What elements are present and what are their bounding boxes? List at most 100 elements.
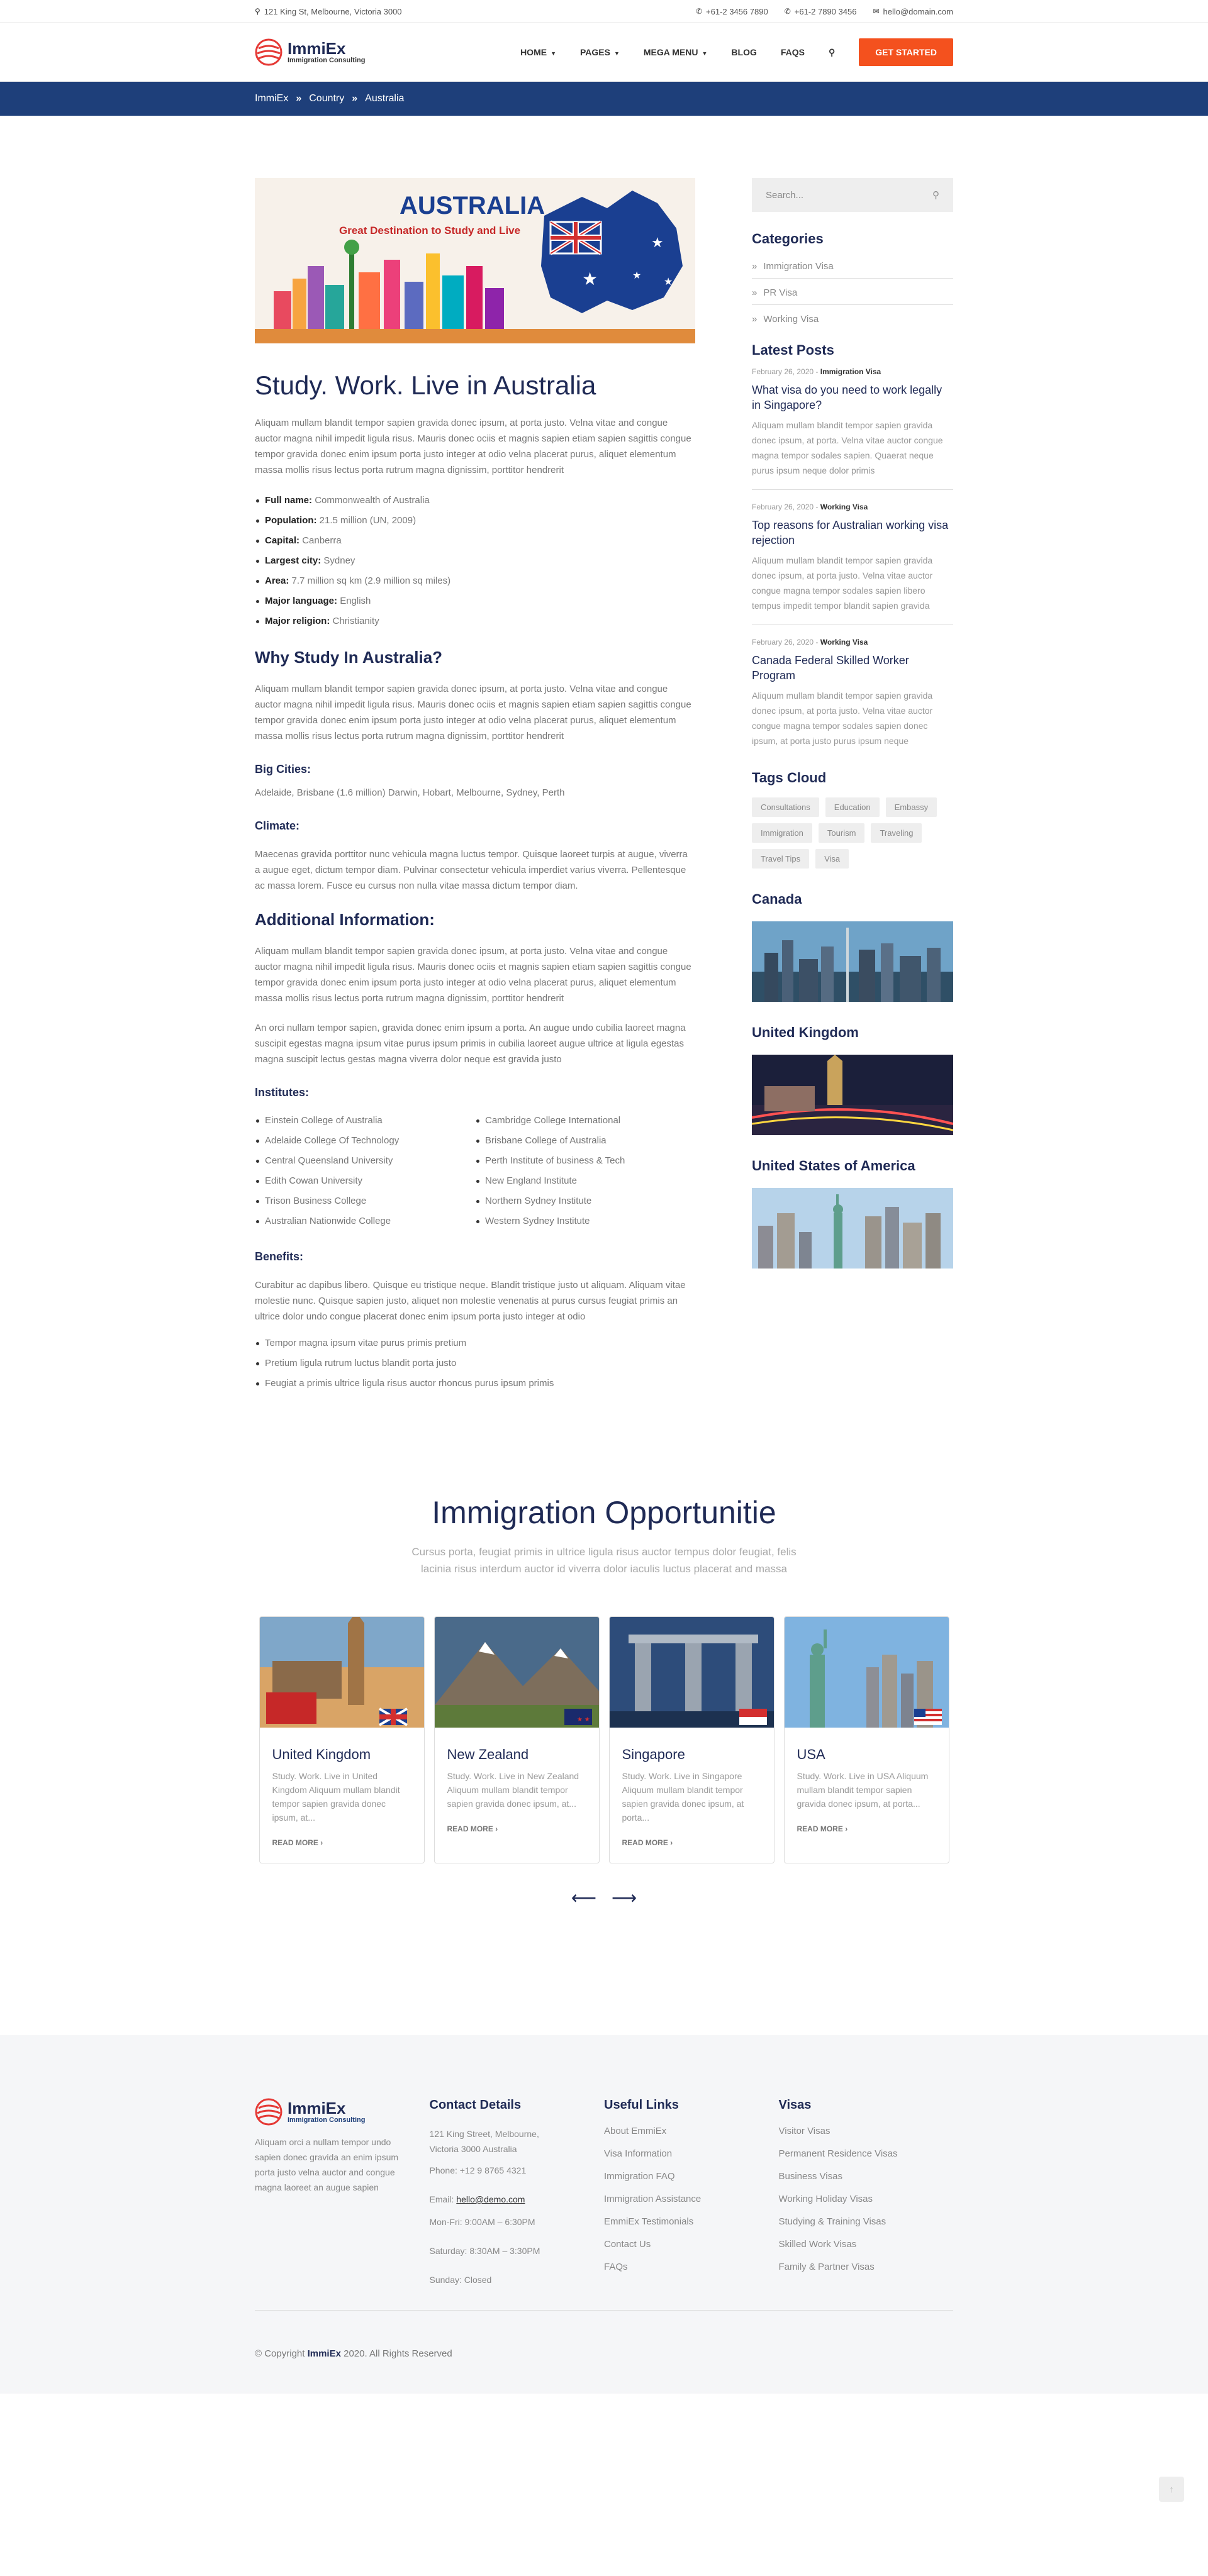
institute-item: Northern Sydney Institute: [475, 1191, 695, 1211]
tag[interactable]: Travel Tips: [752, 849, 810, 869]
phone-info-1[interactable]: ✆ +61-2 3456 7890: [696, 7, 768, 16]
footer-link[interactable]: Immigration FAQ: [604, 2165, 779, 2188]
uk-thumbnail[interactable]: [752, 1055, 953, 1135]
footer-logo[interactable]: ImmiEx Immigration Consulting: [255, 2098, 430, 2126]
map-pin-icon: ⚲: [255, 7, 260, 16]
logo[interactable]: ImmiEx Immigration Consulting: [255, 38, 365, 66]
new-york-image: [752, 1188, 953, 1269]
canada-thumbnail[interactable]: [752, 921, 953, 1002]
read-more-link[interactable]: READ MORE ›: [272, 1838, 323, 1847]
nav-faqs[interactable]: FAQS: [781, 47, 805, 57]
chevron-right-icon: ›: [320, 1838, 323, 1847]
post-title[interactable]: What visa do you need to work legally in…: [752, 382, 953, 413]
footer-visas-list: Visitor Visas Permanent Residence Visas …: [779, 2120, 954, 2279]
card-title[interactable]: USA: [797, 1746, 936, 1763]
footer-visa-link[interactable]: Business Visas: [779, 2165, 954, 2188]
benefits-text: Curabitur ac dapibus libero. Quisque eu …: [255, 1280, 686, 1322]
opportunity-card-uk[interactable]: United Kingdom Study. Work. Live in Unit…: [259, 1616, 425, 1863]
main-nav: HOME ▼ PAGES ▼ MEGA MENU ▼ BLOG FAQS ⚲ GET …: [520, 38, 953, 66]
double-chevron-icon: »: [752, 314, 758, 325]
post-title[interactable]: Canada Federal Skilled Worker Program: [752, 653, 953, 683]
breadcrumb-item-home[interactable]: ImmiEx: [255, 93, 288, 104]
additional-info-text: Aliquam mullam blandit tempor sapien gra…: [255, 946, 691, 1004]
card-title[interactable]: United Kingdom: [272, 1746, 411, 1763]
footer-about-text: Aliquam orci a nullam tempor undo sapien…: [255, 2137, 399, 2192]
footer-link[interactable]: FAQs: [604, 2256, 779, 2279]
arrow-left-icon[interactable]: ⟵: [571, 1887, 596, 1908]
tag[interactable]: Embassy: [885, 797, 937, 817]
footer-email-link[interactable]: hello@demo.com: [456, 2194, 525, 2204]
card-title[interactable]: Singapore: [622, 1746, 761, 1763]
chevron-right-icon: ›: [670, 1838, 673, 1847]
opportunity-card-usa[interactable]: USA Study. Work. Live in USA Aliquum mul…: [783, 1616, 949, 1863]
phone-info-2[interactable]: ✆ +61-2 7890 3456: [785, 7, 857, 16]
footer-visa-link[interactable]: Studying & Training Visas: [779, 2211, 954, 2233]
footer-visa-link[interactable]: Visitor Visas: [779, 2120, 954, 2143]
chevron-right-icon: ›: [495, 1824, 498, 1833]
footer-link[interactable]: Visa Information: [604, 2143, 779, 2165]
get-started-button[interactable]: GET STARTED: [859, 38, 953, 66]
back-to-top-button[interactable]: ↑: [1159, 2477, 1184, 2502]
institute-item: Brisbane College of Australia: [475, 1131, 695, 1151]
post-date: February 26, 2020 -: [752, 367, 819, 376]
header: ImmiEx Immigration Consulting HOME ▼ PAGE…: [0, 23, 1208, 82]
fact-item: Largest city: Sydney: [255, 551, 695, 571]
usa-thumbnail[interactable]: [752, 1188, 953, 1269]
category-item[interactable]: » PR Visa: [752, 279, 953, 305]
nav-home[interactable]: HOME ▼: [520, 47, 556, 57]
country-heading-uk: United Kingdom: [752, 1024, 859, 1040]
email-info[interactable]: ✉ hello@domain.com: [873, 7, 953, 16]
footer-visa-link[interactable]: Permanent Residence Visas: [779, 2143, 954, 2165]
tag[interactable]: Visa: [815, 849, 849, 869]
arrow-right-icon[interactable]: ⟶: [612, 1887, 637, 1908]
footer-link[interactable]: About EmmiEx: [604, 2120, 779, 2143]
category-label: Working Visa: [763, 314, 819, 325]
footer-visa-link[interactable]: Family & Partner Visas: [779, 2256, 954, 2279]
opportunity-card-singapore[interactable]: Singapore Study. Work. Live in Singapore…: [608, 1616, 775, 1863]
nav-pages[interactable]: PAGES ▼: [580, 47, 620, 57]
fact-value: Christianity: [332, 616, 379, 626]
opportunity-card-nz[interactable]: ★ ★ New Zealand Study. Work. Live in New…: [433, 1616, 600, 1863]
institute-item: Central Queensland University: [255, 1151, 475, 1171]
read-more-link[interactable]: READ MORE ›: [622, 1838, 673, 1847]
post-title[interactable]: Top reasons for Australian working visa …: [752, 518, 953, 548]
footer-visa-link[interactable]: Working Holiday Visas: [779, 2188, 954, 2211]
fact-item: Population: 21.5 million (UN, 2009): [255, 511, 695, 531]
card-body: USA Study. Work. Live in USA Aliquum mul…: [785, 1728, 949, 1849]
benefit-item: Feugiat a primis ultrice ligula risus au…: [255, 1374, 695, 1394]
read-more-link[interactable]: READ MORE ›: [797, 1824, 848, 1833]
search-input[interactable]: Search...: [766, 190, 803, 201]
tag[interactable]: Tourism: [818, 823, 865, 843]
search-icon[interactable]: ⚲: [932, 189, 939, 201]
footer-email-line: Email: hello@demo.com: [430, 2192, 605, 2207]
post-meta: February 26, 2020 - Working Visa: [752, 638, 953, 647]
card-body: New Zealand Study. Work. Live in New Zea…: [435, 1728, 599, 1849]
tag[interactable]: Education: [825, 797, 880, 817]
card-excerpt: Study. Work. Live in Singapore Aliquum m…: [622, 1771, 744, 1823]
nav-blog[interactable]: BLOG: [731, 47, 756, 57]
read-more-link[interactable]: READ MORE ›: [447, 1824, 498, 1833]
post-item[interactable]: February 26, 2020 - Working Visa Top rea…: [752, 490, 953, 625]
footer-link[interactable]: Contact Us: [604, 2233, 779, 2256]
nav-mega-menu[interactable]: MEGA MENU ▼: [644, 47, 708, 57]
footer-link[interactable]: Immigration Assistance: [604, 2188, 779, 2211]
tag[interactable]: Consultations: [752, 797, 819, 817]
tag[interactable]: Traveling: [871, 823, 922, 843]
brand-tagline: Immigration Consulting: [288, 57, 366, 64]
tag[interactable]: Immigration: [752, 823, 812, 843]
category-item[interactable]: » Immigration Visa: [752, 252, 953, 279]
post-item[interactable]: February 26, 2020 - Working Visa Canada …: [752, 625, 953, 760]
category-item[interactable]: » Working Visa: [752, 305, 953, 331]
card-excerpt: Study. Work. Live in United Kingdom Aliq…: [272, 1771, 400, 1823]
caret-down-icon: ▼: [613, 50, 620, 57]
uk-bigben-image: [259, 1617, 424, 1728]
sidebar-search[interactable]: Search... ⚲: [752, 178, 953, 212]
breadcrumb-item-country[interactable]: Country: [309, 93, 344, 104]
footer-visa-link[interactable]: Skilled Work Visas: [779, 2233, 954, 2256]
footer-link[interactable]: EmmiEx Testimonials: [604, 2211, 779, 2233]
post-item[interactable]: February 26, 2020 - Immigration Visa Wha…: [752, 358, 953, 490]
card-title[interactable]: New Zealand: [447, 1746, 586, 1763]
search-icon[interactable]: ⚲: [829, 47, 835, 58]
categories-list: » Immigration Visa » PR Visa » Working Visa: [752, 252, 953, 331]
envelope-icon: ✉: [873, 7, 880, 16]
